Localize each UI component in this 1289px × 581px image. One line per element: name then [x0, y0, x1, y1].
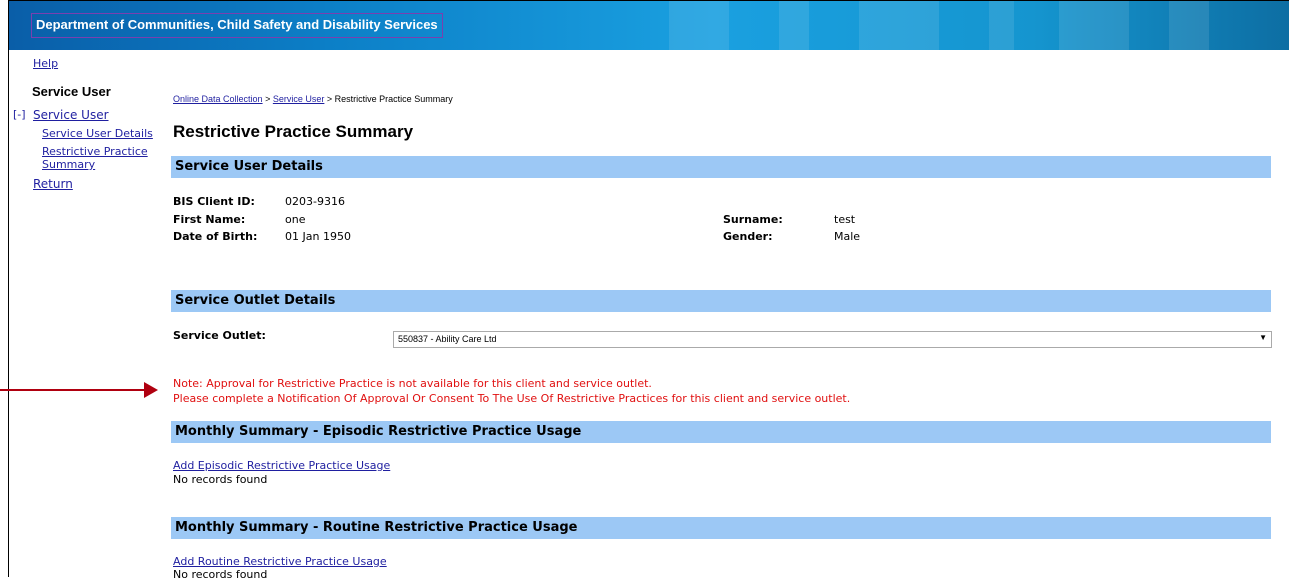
- routine-empty-message: No records found: [173, 568, 268, 581]
- breadcrumb-online-data-collection[interactable]: Online Data Collection: [173, 94, 263, 104]
- breadcrumb: Online Data Collection > Service User > …: [173, 94, 453, 104]
- breadcrumb-current: Restrictive Practice Summary: [334, 94, 453, 104]
- sidebar-item-return[interactable]: Return: [33, 177, 73, 191]
- dropdown-arrow-icon[interactable]: ▼: [1259, 333, 1267, 342]
- section-header-episodic-usage: Monthly Summary - Episodic Restrictive P…: [171, 421, 1271, 443]
- surname-value: test: [834, 213, 856, 226]
- frame-left-border: [8, 0, 9, 577]
- help-link[interactable]: Help: [33, 57, 58, 70]
- service-outlet-label: Service Outlet:: [173, 329, 266, 342]
- section-header-routine-usage: Monthly Summary - Routine Restrictive Pr…: [171, 517, 1271, 539]
- annotation-arrow-line: [0, 389, 145, 391]
- section-title: Monthly Summary - Episodic Restrictive P…: [175, 424, 582, 439]
- header-title: Department of Communities, Child Safety …: [31, 13, 443, 38]
- sidebar-item-restrictive-practice-summary[interactable]: Restrictive Practice: [42, 145, 148, 158]
- first-name-value: one: [285, 213, 306, 226]
- section-header-service-user-details: Service User Details: [171, 156, 1271, 178]
- dob-label: Date of Birth:: [173, 230, 258, 243]
- sidebar-collapse-toggle[interactable]: [-]: [13, 108, 26, 121]
- first-name-label: First Name:: [173, 213, 246, 226]
- dob-value: 01 Jan 1950: [285, 230, 351, 243]
- section-title: Service Outlet Details: [175, 293, 336, 308]
- add-episodic-usage-link[interactable]: Add Episodic Restrictive Practice Usage: [173, 459, 390, 472]
- header-decoration: [629, 1, 1259, 50]
- client-id-value: 0203-9316: [285, 195, 345, 208]
- breadcrumb-separator: >: [265, 94, 271, 104]
- service-outlet-select[interactable]: 550837 - Ability Care Ltd ▼: [393, 331, 1272, 348]
- sidebar-item-restrictive-practice-summary-line2[interactable]: Summary: [42, 158, 95, 171]
- page-title: Restrictive Practice Summary: [173, 122, 414, 141]
- section-title: Service User Details: [175, 159, 323, 174]
- approval-note-line2: Please complete a Notification Of Approv…: [173, 392, 851, 405]
- annotation-arrow-icon: [144, 382, 158, 398]
- episodic-empty-message: No records found: [173, 473, 268, 486]
- service-outlet-selected-value: 550837 - Ability Care Ltd: [398, 334, 497, 344]
- client-id-label: BIS Client ID:: [173, 195, 255, 208]
- surname-label: Surname:: [723, 213, 783, 226]
- gender-value: Male: [834, 230, 861, 243]
- add-routine-usage-link[interactable]: Add Routine Restrictive Practice Usage: [173, 555, 387, 568]
- sidebar-item-service-user[interactable]: Service User: [33, 108, 109, 122]
- approval-note-line1: Note: Approval for Restrictive Practice …: [173, 377, 652, 390]
- section-title: Monthly Summary - Routine Restrictive Pr…: [175, 520, 578, 535]
- section-header-service-outlet-details: Service Outlet Details: [171, 290, 1271, 312]
- gender-label: Gender:: [723, 230, 773, 243]
- sidebar-item-service-user-details[interactable]: Service User Details: [42, 127, 153, 140]
- breadcrumb-service-user[interactable]: Service User: [273, 94, 325, 104]
- sidebar-title: Service User: [32, 84, 111, 99]
- header-banner: Department of Communities, Child Safety …: [9, 1, 1289, 50]
- breadcrumb-separator: >: [326, 94, 333, 104]
